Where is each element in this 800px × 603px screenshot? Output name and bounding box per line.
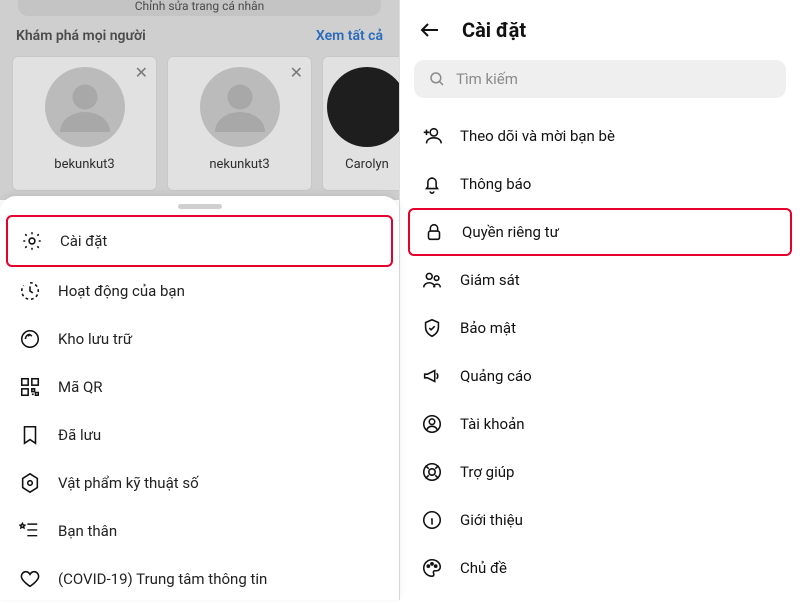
settings-item-label: Giám sát — [460, 271, 520, 289]
discover-row: Khám phá mọi người Xem tất cả — [16, 28, 383, 44]
menu-item-covid[interactable]: (COVID-19) Trung tâm thông tin — [0, 555, 399, 603]
right-screenshot-panel: Cài đặt Tìm kiếm Theo dõi và mời bạn bè … — [400, 0, 800, 600]
search-placeholder: Tìm kiếm — [456, 70, 518, 88]
page-title: Cài đặt — [462, 18, 526, 42]
menu-item-label: (COVID-19) Trung tâm thông tin — [58, 570, 267, 588]
settings-item-about[interactable]: Giới thiệu — [400, 496, 800, 544]
settings-item-supervision[interactable]: Giám sát — [400, 256, 800, 304]
search-icon — [428, 70, 446, 88]
settings-item-theme[interactable]: Chủ đề — [400, 544, 800, 592]
gear-icon — [20, 229, 44, 253]
discover-title: Khám phá mọi người — [16, 28, 146, 44]
bottom-sheet-menu: Cài đặt Hoạt động của bạn Kho lưu trữ Mã… — [0, 196, 399, 600]
sheet-menu-list: Cài đặt Hoạt động của bạn Kho lưu trữ Mã… — [0, 215, 399, 603]
avatar — [200, 67, 280, 147]
suggested-user-card[interactable]: ✕ nekunkut3 — [167, 56, 312, 191]
hexagon-icon — [18, 471, 42, 495]
left-screenshot-panel: Chỉnh sửa trang cá nhân Khám phá mọi ngư… — [0, 0, 400, 600]
settings-item-privacy[interactable]: Quyền riêng tư — [408, 208, 792, 256]
see-all-link[interactable]: Xem tất cả — [316, 28, 383, 44]
list-star-icon — [18, 519, 42, 543]
settings-header: Cài đặt — [400, 0, 800, 52]
settings-item-label: Quảng cáo — [460, 367, 532, 385]
user-icon — [420, 412, 444, 436]
menu-item-close-friends[interactable]: Bạn thân — [0, 507, 399, 555]
username-label: bekunkut3 — [54, 157, 114, 172]
menu-item-qr[interactable]: Mã QR — [0, 363, 399, 411]
settings-item-follow-invite[interactable]: Theo dõi và mời bạn bè — [400, 112, 800, 160]
search-input[interactable]: Tìm kiếm — [414, 60, 786, 98]
sheet-handle[interactable] — [178, 204, 222, 209]
qr-icon — [18, 375, 42, 399]
menu-item-activity[interactable]: Hoạt động của bạn — [0, 267, 399, 315]
back-icon[interactable] — [418, 18, 442, 42]
menu-item-label: Vật phẩm kỹ thuật số — [58, 474, 199, 492]
settings-item-label: Tài khoản — [460, 415, 525, 433]
menu-item-saved[interactable]: Đã lưu — [0, 411, 399, 459]
settings-item-label: Bảo mật — [460, 319, 516, 337]
settings-item-notifications[interactable]: Thông báo — [400, 160, 800, 208]
menu-item-archive[interactable]: Kho lưu trữ — [0, 315, 399, 363]
menu-item-settings[interactable]: Cài đặt — [6, 215, 393, 267]
close-icon[interactable]: ✕ — [135, 63, 148, 82]
bookmark-icon — [18, 423, 42, 447]
person-plus-icon — [420, 124, 444, 148]
suggested-users-row: ✕ bekunkut3 ✕ nekunkut3 Carolyn — [12, 56, 399, 191]
clock-icon — [18, 279, 42, 303]
menu-item-label: Kho lưu trữ — [58, 330, 132, 348]
settings-item-label: Theo dõi và mời bạn bè — [460, 127, 615, 145]
settings-item-label: Giới thiệu — [460, 511, 523, 529]
settings-list: Theo dõi và mời bạn bè Thông báo Quyền r… — [400, 112, 800, 592]
menu-item-label: Mã QR — [58, 378, 103, 396]
close-icon[interactable]: ✕ — [290, 63, 303, 82]
menu-item-label: Bạn thân — [58, 522, 117, 540]
bell-icon — [420, 172, 444, 196]
edit-profile-button[interactable]: Chỉnh sửa trang cá nhân — [18, 0, 381, 16]
suggested-user-card[interactable]: Carolyn — [322, 56, 399, 191]
palette-icon — [420, 556, 444, 580]
settings-item-label: Quyền riêng tư — [462, 223, 559, 241]
username-label: Carolyn — [345, 157, 389, 172]
lock-icon — [422, 220, 446, 244]
settings-item-security[interactable]: Bảo mật — [400, 304, 800, 352]
heart-outline-icon — [18, 567, 42, 591]
profile-background: Chỉnh sửa trang cá nhân Khám phá mọi ngư… — [0, 0, 399, 200]
menu-item-label: Hoạt động của bạn — [58, 282, 185, 300]
settings-item-ads[interactable]: Quảng cáo — [400, 352, 800, 400]
settings-item-label: Thông báo — [460, 175, 531, 193]
info-icon — [420, 508, 444, 532]
avatar — [327, 67, 399, 147]
settings-item-label: Trợ giúp — [460, 463, 514, 481]
avatar — [45, 67, 125, 147]
menu-item-digital[interactable]: Vật phẩm kỹ thuật số — [0, 459, 399, 507]
username-label: nekunkut3 — [209, 157, 269, 172]
people-icon — [420, 268, 444, 292]
settings-item-account[interactable]: Tài khoản — [400, 400, 800, 448]
shield-icon — [420, 316, 444, 340]
menu-item-label: Đã lưu — [58, 426, 101, 444]
menu-item-label: Cài đặt — [60, 232, 107, 250]
suggested-user-card[interactable]: ✕ bekunkut3 — [12, 56, 157, 191]
settings-item-help[interactable]: Trợ giúp — [400, 448, 800, 496]
archive-icon — [18, 327, 42, 351]
settings-item-label: Chủ đề — [460, 559, 507, 577]
megaphone-icon — [420, 364, 444, 388]
lifebuoy-icon — [420, 460, 444, 484]
